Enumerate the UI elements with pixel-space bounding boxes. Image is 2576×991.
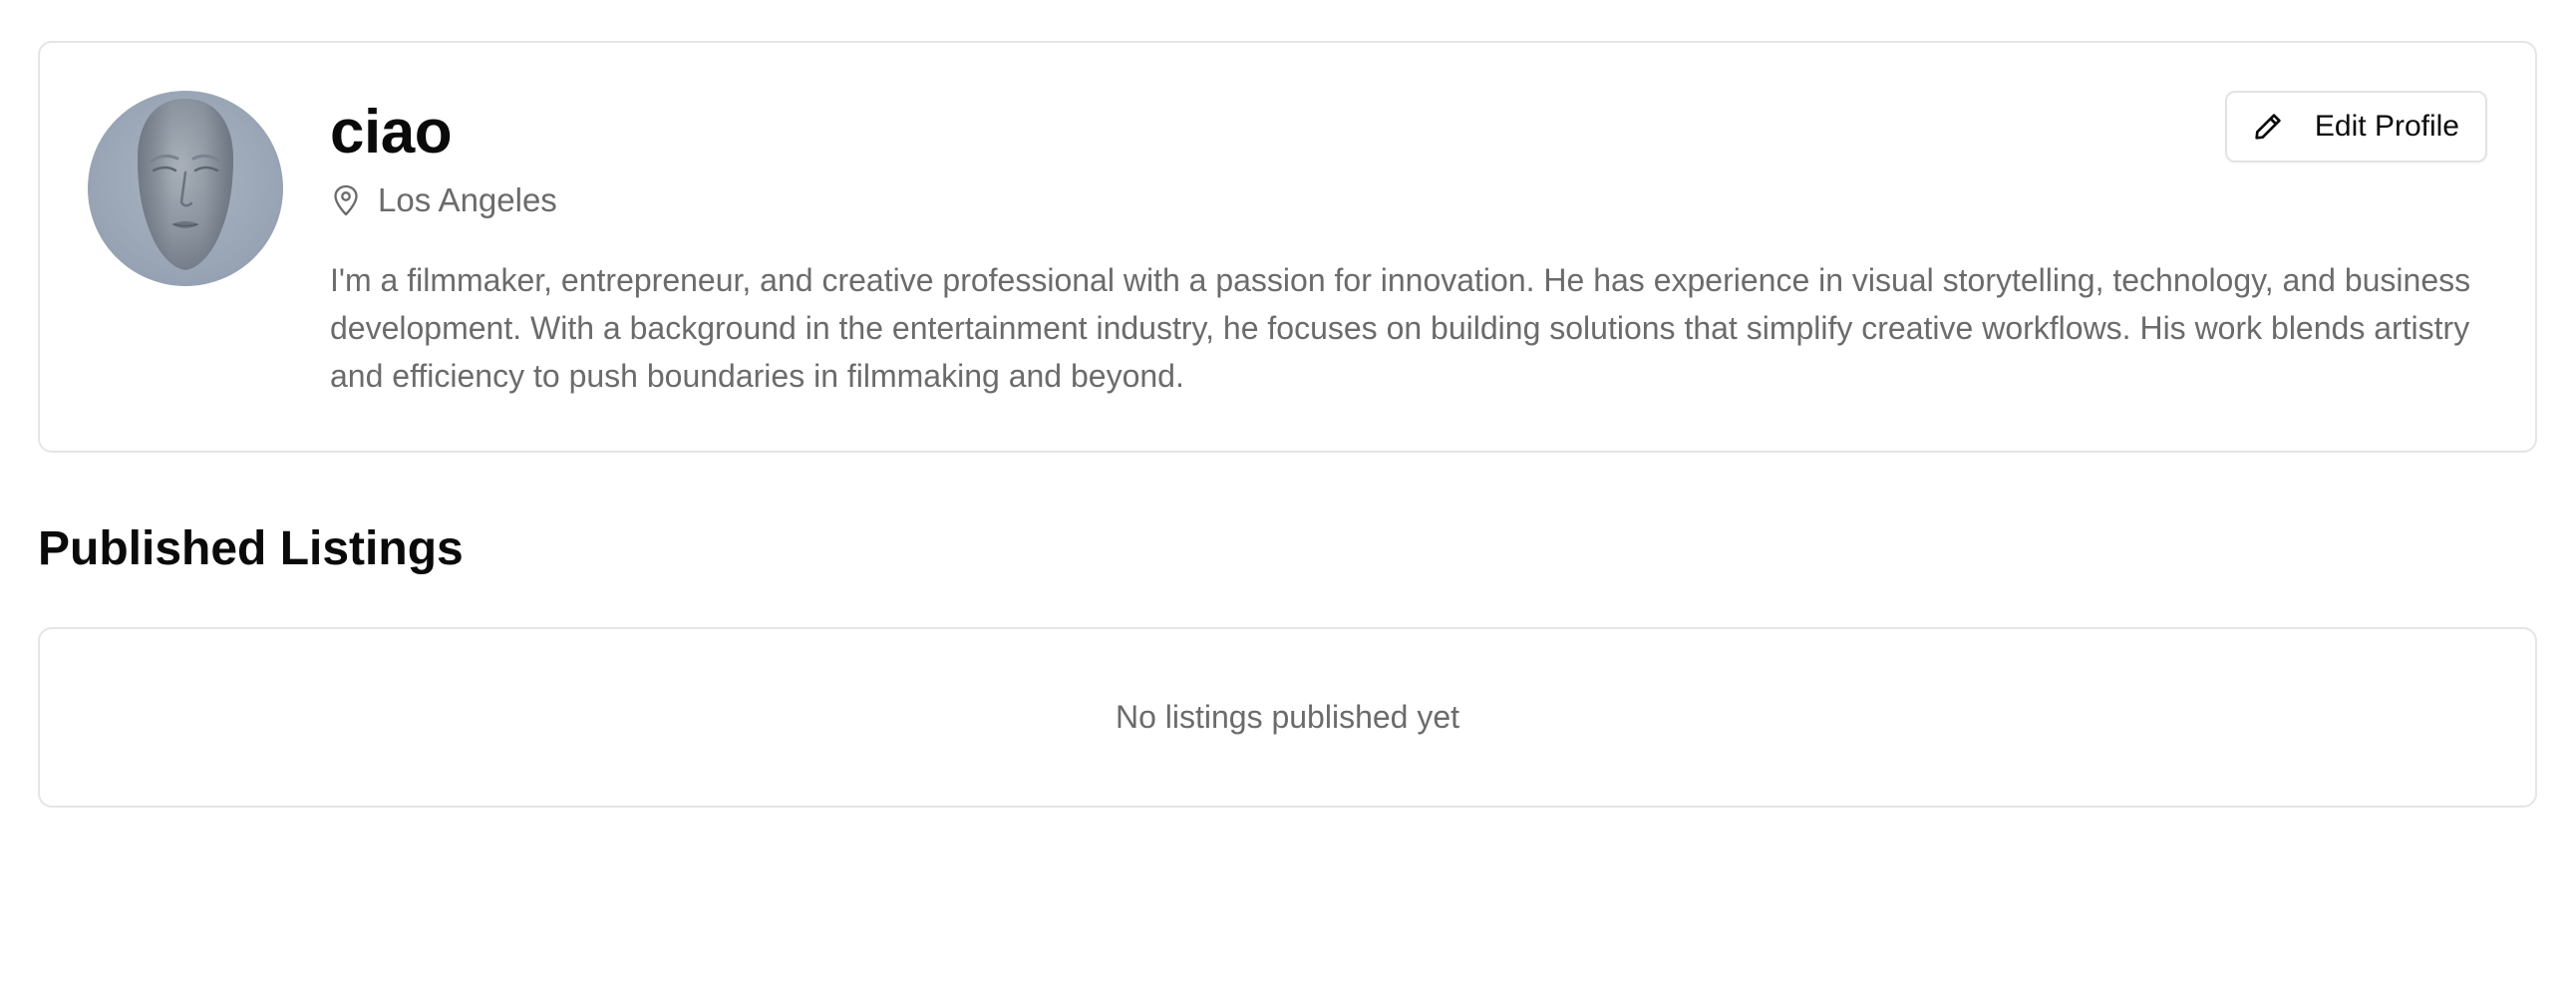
profile-page: ciao Los Angeles I'm a filmmaker, entrep… [0, 0, 2576, 991]
profile-card: ciao Los Angeles I'm a filmmaker, entrep… [38, 41, 2537, 453]
pencil-icon [2251, 110, 2285, 144]
edit-profile-label: Edit Profile [2314, 110, 2459, 143]
face-sculpture-image [138, 99, 233, 270]
avatar [88, 91, 283, 286]
profile-info: ciao Los Angeles I'm a filmmaker, entrep… [330, 95, 2503, 400]
profile-bio: I'm a filmmaker, entrepreneur, and creat… [330, 262, 2471, 394]
empty-listings-message: No listings published yet [1115, 699, 1460, 735]
location-text: Los Angeles [378, 181, 557, 218]
listings-card: No listings published yet [38, 627, 2537, 808]
location-row: Los Angeles [330, 178, 2503, 222]
map-pin-icon [330, 182, 362, 218]
published-listings-title: Published Listings [38, 522, 464, 575]
edit-profile-button[interactable]: Edit Profile [2224, 91, 2487, 163]
profile-name: ciao [330, 98, 453, 166]
